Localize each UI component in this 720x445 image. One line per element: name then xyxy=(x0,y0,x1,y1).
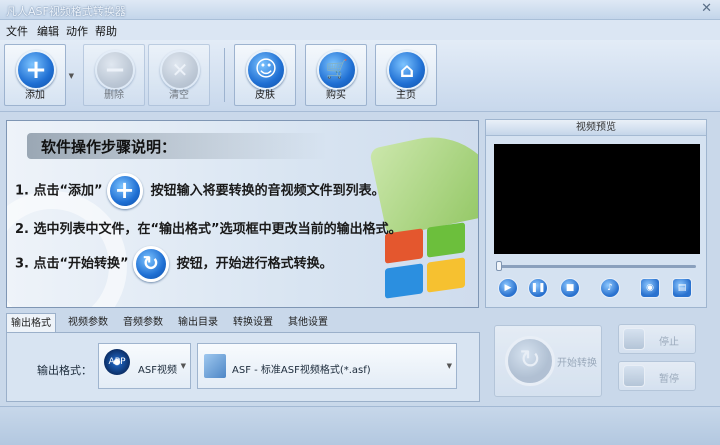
disc-icon: APP xyxy=(104,349,130,375)
delete-button[interactable]: − 删除 xyxy=(83,44,145,106)
smiley-icon: ☺ xyxy=(246,50,286,90)
window-title: 凡人ASF视频格式转换器 xyxy=(6,5,126,18)
step-3-pre: 3. 点击“开始转换” xyxy=(15,256,129,272)
toolbar: + 添加 ▼ − 删除 ✕ 清空 ☺ 皮肤 🛒 购买 ⌂ 主页 xyxy=(0,40,720,112)
preview-title: 视频预览 xyxy=(486,120,706,136)
home-icon: ⌂ xyxy=(387,50,427,90)
step-3-post: 按钮，开始进行格式转换。 xyxy=(176,256,333,272)
menu-edit[interactable]: 编辑 xyxy=(37,23,59,39)
output-format-panel: 输出格式： APP ASF视频 ▼ ASF - 标准ASF视频格式(*.asf)… xyxy=(6,332,480,402)
add-button[interactable]: + 添加 ▼ xyxy=(4,44,74,106)
format-category-select[interactable]: APP ASF视频 ▼ xyxy=(98,343,191,389)
output-format-label: 输出格式： xyxy=(37,364,92,377)
seek-track[interactable] xyxy=(496,265,696,268)
buy-button[interactable]: 🛒 购买 xyxy=(305,44,367,106)
stop-square-icon xyxy=(623,328,645,350)
menu-bar: 文件 编辑 动作 帮助 xyxy=(0,20,720,40)
seek-handle[interactable] xyxy=(496,261,502,271)
format-category-value: ASF视频 xyxy=(138,365,177,376)
plus-icon: + xyxy=(106,173,143,209)
video-preview-panel: 视频预览 ▶ ❚❚ ■ ♪ ◉ ▤ xyxy=(485,119,707,308)
cart-icon: 🛒 xyxy=(317,50,357,90)
instructions-heading-text: 软件操作步骤说明： xyxy=(41,138,177,156)
stop-button[interactable]: 停止 xyxy=(618,324,696,354)
delete-label: 删除 xyxy=(104,90,124,101)
clear-button[interactable]: ✕ 清空 xyxy=(148,44,210,106)
tab-convert-settings[interactable]: 转换设置 xyxy=(229,313,277,333)
clear-x-icon: ✕ xyxy=(160,50,200,90)
title-bar: 凡人ASF视频格式转换器 ✕ xyxy=(0,0,720,20)
volume-icon[interactable]: ♪ xyxy=(600,278,620,298)
preview-screen xyxy=(494,144,700,254)
play-icon[interactable]: ▶ xyxy=(498,278,518,298)
tab-output-format[interactable]: 输出格式 xyxy=(6,313,56,333)
home-button[interactable]: ⌂ 主页 xyxy=(375,44,437,106)
tab-other-settings[interactable]: 其他设置 xyxy=(284,313,332,333)
minus-icon: − xyxy=(95,50,135,90)
pause-icon[interactable]: ❚❚ xyxy=(528,278,548,298)
format-select[interactable]: ASF - 标准ASF视频格式(*.asf) ▼ xyxy=(197,343,457,389)
pause-button[interactable]: 暂停 xyxy=(618,361,696,391)
step-1: 1. 点击“添加” + 按钮输入将要转换的音视频文件到列表。 xyxy=(15,173,385,209)
start-convert-button[interactable]: ↻ 开始转换 xyxy=(494,325,602,397)
convert-arrow-icon: ↻ xyxy=(505,336,555,386)
start-convert-label: 开始转换 xyxy=(557,358,597,369)
instructions-heading: 软件操作步骤说明： xyxy=(27,133,327,159)
tab-audio-params[interactable]: 音频参数 xyxy=(119,313,167,333)
snapshot-icon[interactable]: ◉ xyxy=(640,278,660,298)
plus-icon: + xyxy=(16,50,56,90)
buy-label: 购买 xyxy=(326,90,346,101)
step-3: 3. 点击“开始转换” ↻ 按钮，开始进行格式转换。 xyxy=(15,246,333,282)
menu-action[interactable]: 动作 xyxy=(66,23,88,39)
flag-yellow-pane xyxy=(427,257,465,293)
flag-blue-pane xyxy=(385,263,423,299)
step-1-pre: 1. 点击“添加” xyxy=(15,183,103,199)
step-1-post: 按钮输入将要转换的音视频文件到列表。 xyxy=(150,183,385,199)
folder-icon[interactable]: ▤ xyxy=(672,278,692,298)
stop-label: 停止 xyxy=(659,337,679,348)
close-icon[interactable]: ✕ xyxy=(701,1,712,16)
toolbar-separator xyxy=(224,48,225,102)
menu-file[interactable]: 文件 xyxy=(6,23,28,39)
chevron-down-icon[interactable]: ▼ xyxy=(69,72,74,80)
step-2: 2. 选中列表中文件，在“输出格式”选项框中更改当前的输出格式。 xyxy=(15,222,402,237)
format-value: ASF - 标准ASF视频格式(*.asf) xyxy=(232,365,371,376)
cube-icon xyxy=(204,354,226,378)
stop-icon[interactable]: ■ xyxy=(560,278,580,298)
clear-label: 清空 xyxy=(169,90,189,101)
home-label: 主页 xyxy=(396,90,416,101)
status-bar xyxy=(0,406,720,445)
chevron-down-icon: ▼ xyxy=(446,362,452,370)
chevron-down-icon: ▼ xyxy=(180,362,186,370)
tab-video-params[interactable]: 视频参数 xyxy=(64,313,112,333)
menu-help[interactable]: 帮助 xyxy=(95,23,117,39)
flag-green-pane xyxy=(427,222,465,258)
convert-arrow-icon: ↻ xyxy=(132,246,169,282)
add-label: 添加 xyxy=(25,90,45,101)
tab-output-dir[interactable]: 输出目录 xyxy=(174,313,222,333)
skin-label: 皮肤 xyxy=(255,90,275,101)
skin-button[interactable]: ☺ 皮肤 xyxy=(234,44,296,106)
instructions-panel: 软件操作步骤说明： 1. 点击“添加” + 按钮输入将要转换的音视频文件到列表。 2… xyxy=(6,120,479,308)
pause-icon xyxy=(623,365,645,387)
pause-label: 暂停 xyxy=(659,374,679,385)
